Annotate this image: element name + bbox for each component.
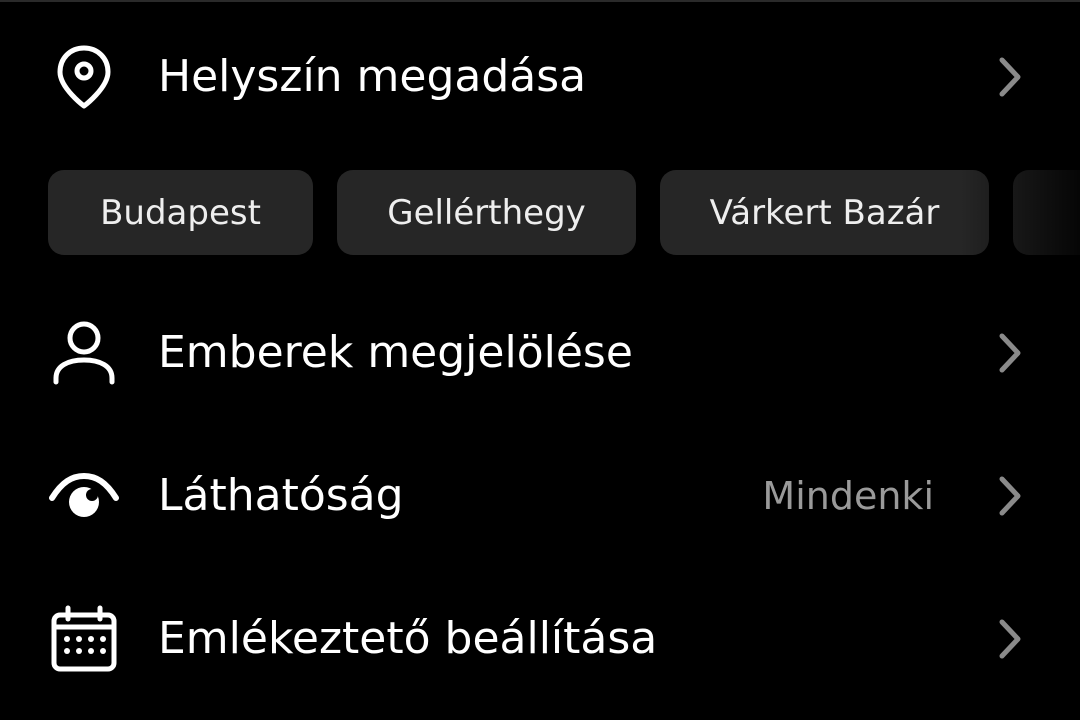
- set-reminder-row[interactable]: Emlékeztető beállítása: [0, 584, 1080, 694]
- chevron-right-icon: [990, 325, 1030, 381]
- calendar-icon: [48, 603, 120, 675]
- visibility-row[interactable]: Láthatóság Mindenki: [0, 441, 1080, 551]
- person-icon: [48, 317, 120, 389]
- tag-people-label: Emberek megjelölése: [158, 327, 633, 378]
- visibility-label: Láthatóság: [158, 470, 404, 521]
- location-chip[interactable]: [1013, 170, 1080, 255]
- chevron-right-icon: [990, 611, 1030, 667]
- location-chip[interactable]: Gellérthegy: [337, 170, 636, 255]
- location-suggestion-chips: Budapest Gellérthegy Várkert Bazár: [0, 170, 1080, 256]
- add-location-row[interactable]: Helyszín megadása: [0, 22, 1080, 132]
- location-chip[interactable]: Budapest: [48, 170, 313, 255]
- location-chip[interactable]: Várkert Bazár: [660, 170, 989, 255]
- set-reminder-label: Emlékeztető beállítása: [158, 613, 658, 664]
- chevron-right-icon: [990, 468, 1030, 524]
- top-divider: [0, 0, 1080, 2]
- add-location-label: Helyszín megadása: [158, 51, 587, 102]
- chevron-right-icon: [990, 49, 1030, 105]
- location-pin-icon: [48, 41, 120, 113]
- tag-people-row[interactable]: Emberek megjelölése: [0, 298, 1080, 408]
- visibility-value: Mindenki: [762, 474, 934, 518]
- eye-icon: [48, 460, 120, 532]
